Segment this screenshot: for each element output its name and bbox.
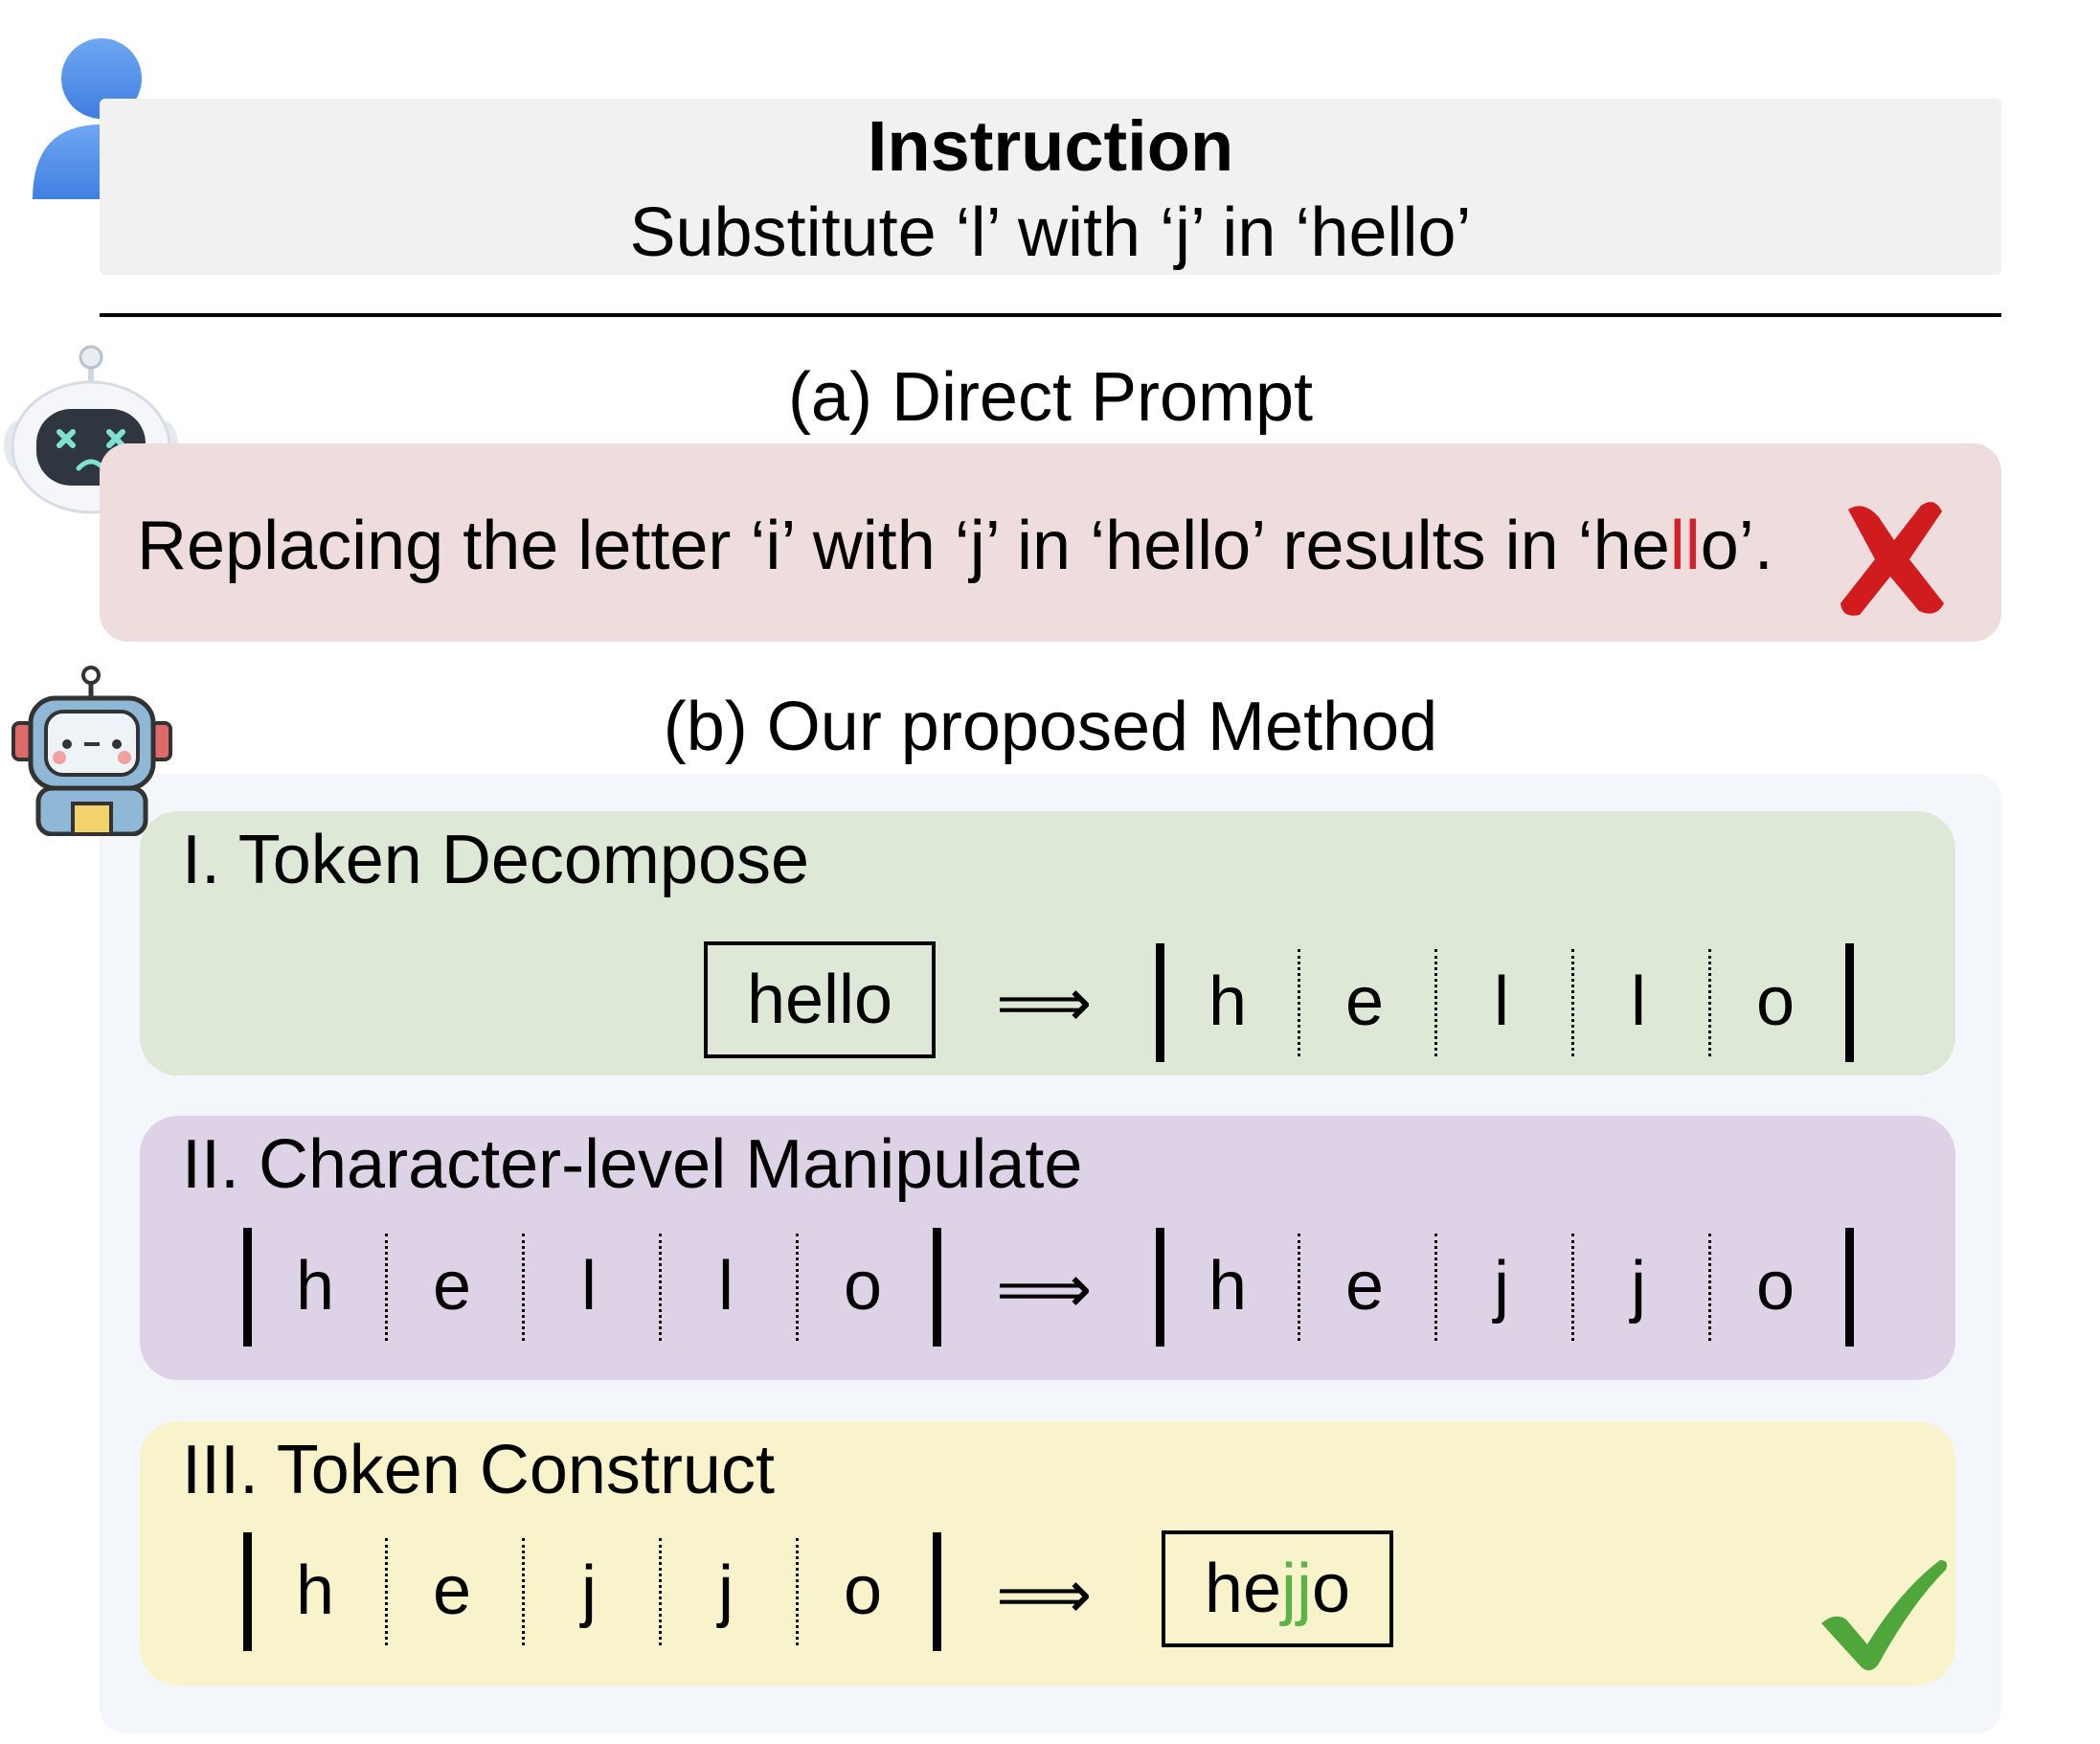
char-cell: j: [1631, 1248, 1646, 1325]
implies-arrow: ⟹: [996, 965, 1093, 1040]
char-cell: j: [581, 1552, 597, 1629]
char-cell: h: [1208, 963, 1248, 1040]
sequence-bar: [933, 1532, 941, 1651]
sequence-bar: [1845, 943, 1854, 1062]
response-error-highlight: ll: [1669, 508, 1701, 584]
char-cell: e: [432, 1248, 472, 1325]
char-cell: l: [718, 1248, 734, 1325]
char-cell: l: [581, 1248, 597, 1325]
token-part: he: [1204, 1551, 1282, 1627]
char-cell: o: [843, 1248, 883, 1325]
instruction-text: Substitute ‘l’ with ‘j’ in ‘hello’: [629, 194, 1472, 271]
char-cell: j: [1494, 1248, 1509, 1325]
response-text-before: Replacing the letter ‘i’ with ‘j’ in ‘he…: [137, 508, 1670, 584]
happy-robot-icon: [11, 666, 172, 836]
sequence-bar: [933, 1228, 941, 1347]
direct-prompt-title: (a) Direct Prompt: [787, 359, 1314, 436]
cross-mark-icon: [1840, 502, 1944, 616]
check-mark-icon: [1821, 1560, 1948, 1671]
sequence-bar: [1845, 1228, 1854, 1347]
direct-prompt-response: Replacing the letter ‘i’ with ‘j’ in ‘he…: [137, 505, 1773, 587]
implies-arrow: ⟹: [996, 1557, 1093, 1632]
char-cell: o: [1755, 1248, 1795, 1325]
implies-arrow: ⟹: [996, 1252, 1093, 1326]
char-cell: j: [718, 1552, 734, 1629]
char-cell: l: [1631, 963, 1646, 1040]
divider: [100, 313, 2001, 317]
token-highlight: jj: [1281, 1551, 1313, 1627]
char-cell: l: [1494, 963, 1509, 1040]
instruction-title: Instruction: [867, 106, 1234, 186]
char-cell: h: [1208, 1248, 1248, 1325]
char-cell: e: [1344, 1248, 1385, 1325]
method-title: (b) Our proposed Method: [663, 689, 1438, 765]
char-cell: h: [295, 1248, 335, 1325]
output-token-box: hejjo: [1162, 1530, 1393, 1647]
step-title: II. Character-level Manipulate: [182, 1126, 1083, 1203]
input-token-box: hello: [704, 941, 936, 1058]
token-part: o: [1312, 1551, 1351, 1627]
char-cell: o: [843, 1552, 883, 1629]
response-text-after: o’.: [1700, 508, 1773, 584]
char-cell: h: [295, 1552, 335, 1629]
step-title: I. Token Decompose: [182, 822, 810, 898]
step-title: III. Token Construct: [182, 1432, 775, 1508]
char-cell: e: [432, 1552, 472, 1629]
char-cell: e: [1344, 963, 1385, 1040]
char-cell: o: [1755, 963, 1795, 1040]
